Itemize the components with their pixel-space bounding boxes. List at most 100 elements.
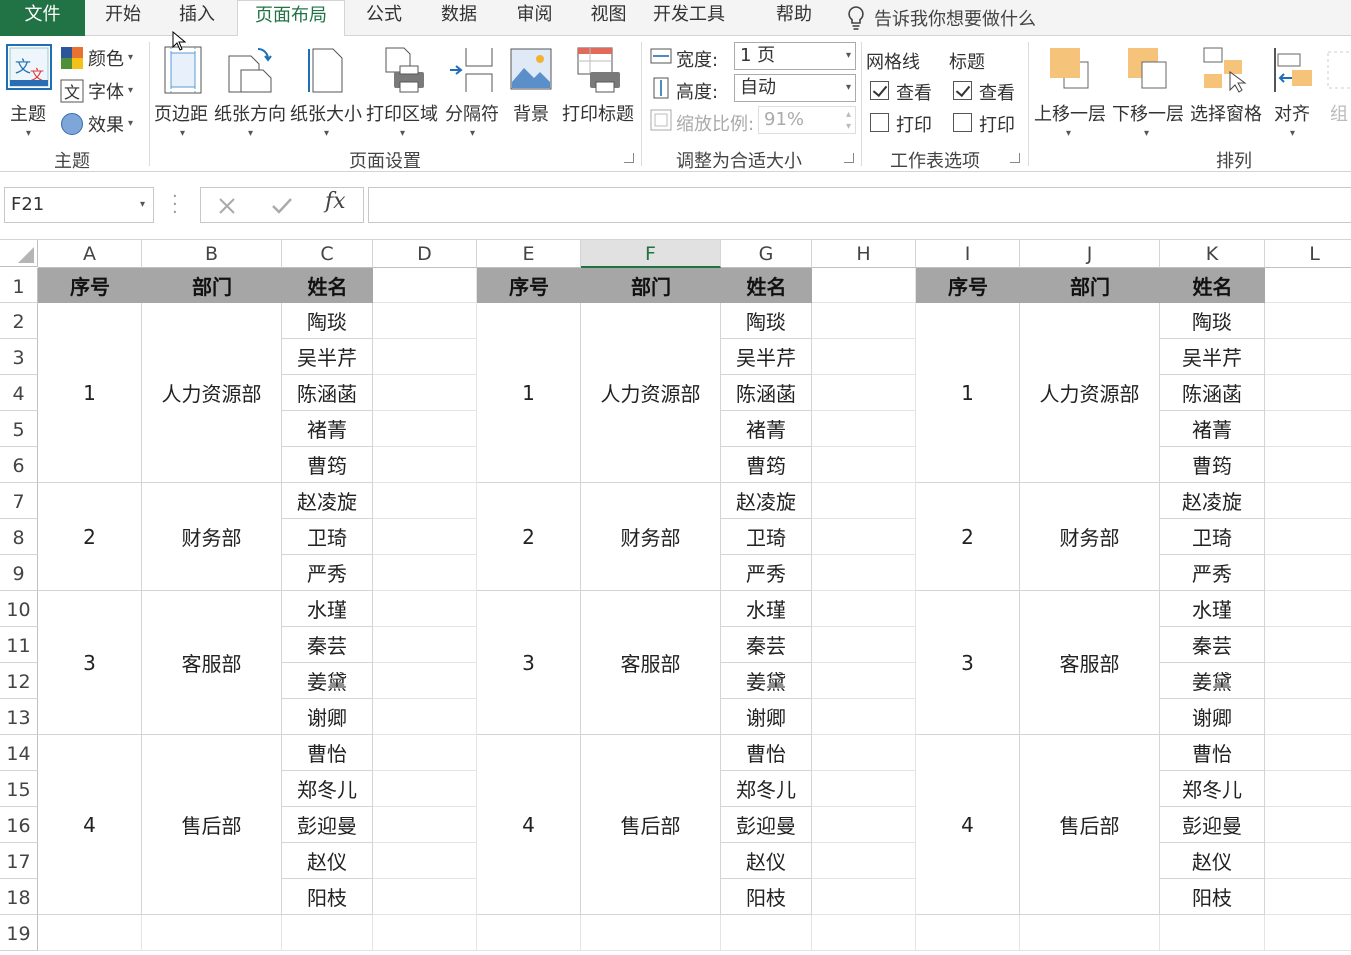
name-box[interactable]: F21 ▾	[4, 187, 154, 223]
cell-d12[interactable]	[373, 663, 477, 699]
cell-k19[interactable]	[1160, 915, 1265, 951]
tab-home[interactable]: 开始	[85, 0, 161, 36]
formula-input[interactable]	[368, 187, 1351, 223]
height-select[interactable]: 自动 ▾	[734, 74, 856, 102]
cell-d8[interactable]	[373, 519, 477, 555]
tab-review[interactable]: 审阅	[497, 0, 572, 36]
cell-l6[interactable]	[1265, 447, 1351, 483]
name-cell[interactable]: 曹筠	[721, 447, 812, 483]
cell-d14[interactable]	[373, 735, 477, 771]
cell-h7[interactable]	[812, 483, 916, 519]
seq-cell[interactable]: 1	[477, 303, 581, 483]
gridlines-view-checkbox[interactable]	[870, 81, 889, 100]
cell-l8[interactable]	[1265, 519, 1351, 555]
name-cell[interactable]: 陈涵菡	[282, 375, 373, 411]
cell-d15[interactable]	[373, 771, 477, 807]
table-header-cell[interactable]: 序号	[916, 268, 1020, 303]
name-cell[interactable]: 阳枝	[721, 879, 812, 915]
seq-cell[interactable]: 3	[38, 591, 142, 735]
cell-d2[interactable]	[373, 303, 477, 339]
cell-h13[interactable]	[812, 699, 916, 735]
name-cell[interactable]: 陶琰	[1160, 303, 1265, 339]
cell-d9[interactable]	[373, 555, 477, 591]
cell-i19[interactable]	[916, 915, 1020, 951]
name-cell[interactable]: 姜黛	[721, 663, 812, 699]
table-header-cell[interactable]: 部门	[581, 268, 721, 303]
name-cell[interactable]: 曹怡	[282, 735, 373, 771]
dept-cell[interactable]: 财务部	[1020, 483, 1160, 591]
cell-l1[interactable]	[1265, 268, 1351, 303]
fonts-button[interactable]: 文 字体 ▾	[60, 77, 142, 105]
cell-l11[interactable]	[1265, 627, 1351, 663]
name-cell[interactable]: 卫琦	[721, 519, 812, 555]
seq-cell[interactable]: 4	[916, 735, 1020, 915]
themes-button[interactable]: 文文 主题 ▾	[4, 42, 54, 139]
cell-l13[interactable]	[1265, 699, 1351, 735]
cell-d19[interactable]	[373, 915, 477, 951]
orientation-button[interactable]: 纸张方向 ▾	[214, 42, 288, 142]
row-header-13[interactable]: 13	[0, 699, 38, 735]
cell-d11[interactable]	[373, 627, 477, 663]
name-cell[interactable]: 彭迎曼	[721, 807, 812, 843]
name-cell[interactable]: 曹筠	[282, 447, 373, 483]
worksheet-grid[interactable]: A B C D E F G H I J K L 1 2 3 4 5 6 7 8 9 10 11 12 13 14 15 16 17 18 1…	[0, 240, 1351, 955]
cell-l14[interactable]	[1265, 735, 1351, 771]
name-cell[interactable]: 谢卿	[282, 699, 373, 735]
name-cell[interactable]: 姜黛	[282, 663, 373, 699]
row-header-14[interactable]: 14	[0, 735, 38, 771]
row-header-7[interactable]: 7	[0, 483, 38, 519]
size-button[interactable]: 纸张大小 ▾	[290, 42, 364, 142]
cell-d10[interactable]	[373, 591, 477, 627]
seq-cell[interactable]: 2	[38, 483, 142, 591]
cell-d3[interactable]	[373, 339, 477, 375]
tab-formulas[interactable]: 公式	[345, 0, 423, 36]
name-cell[interactable]: 严秀	[721, 555, 812, 591]
dept-cell[interactable]: 人力资源部	[142, 303, 282, 483]
cell-h6[interactable]	[812, 447, 916, 483]
bring-forward-button[interactable]: 上移一层 ▾	[1032, 42, 1108, 142]
column-header-h[interactable]: H	[812, 240, 916, 268]
name-cell[interactable]: 秦芸	[282, 627, 373, 663]
seq-cell[interactable]: 4	[477, 735, 581, 915]
cell-l15[interactable]	[1265, 771, 1351, 807]
name-cell[interactable]: 彭迎曼	[282, 807, 373, 843]
name-cell[interactable]: 褚菁	[721, 411, 812, 447]
dept-cell[interactable]: 客服部	[142, 591, 282, 735]
tab-data[interactable]: 数据	[420, 0, 498, 36]
column-header-g[interactable]: G	[721, 240, 812, 268]
headings-view-checkbox[interactable]	[953, 81, 972, 100]
column-header-c[interactable]: C	[282, 240, 373, 268]
tell-me-box[interactable]: 告诉我你想要做什么	[846, 2, 1036, 34]
tab-layout[interactable]: 页面布局	[237, 0, 345, 37]
name-cell[interactable]: 吴半芹	[1160, 339, 1265, 375]
column-header-l[interactable]: L	[1265, 240, 1351, 268]
cell-h5[interactable]	[812, 411, 916, 447]
table-header-cell[interactable]: 姓名	[1160, 268, 1265, 303]
cell-d18[interactable]	[373, 879, 477, 915]
name-cell[interactable]: 水瑾	[721, 591, 812, 627]
name-cell[interactable]: 曹怡	[721, 735, 812, 771]
seq-cell[interactable]: 2	[916, 483, 1020, 591]
row-header-17[interactable]: 17	[0, 843, 38, 879]
name-cell[interactable]: 郑冬儿	[282, 771, 373, 807]
row-header-12[interactable]: 12	[0, 663, 38, 699]
colors-button[interactable]: 颜色 ▾	[60, 44, 142, 72]
cell-l4[interactable]	[1265, 375, 1351, 411]
table-header-cell[interactable]: 序号	[38, 268, 142, 303]
name-cell[interactable]: 曹怡	[1160, 735, 1265, 771]
name-cell[interactable]: 赵仪	[721, 843, 812, 879]
align-button[interactable]: 对齐 ▾	[1266, 42, 1320, 142]
name-cell[interactable]: 彭迎曼	[1160, 807, 1265, 843]
tab-insert[interactable]: 插入	[157, 0, 237, 36]
dept-cell[interactable]: 财务部	[581, 483, 721, 591]
dept-cell[interactable]: 人力资源部	[1020, 303, 1160, 483]
cell-h11[interactable]	[812, 627, 916, 663]
table-header-cell[interactable]: 姓名	[721, 268, 812, 303]
name-cell[interactable]: 谢卿	[1160, 699, 1265, 735]
name-cell[interactable]: 曹筠	[1160, 447, 1265, 483]
seq-cell[interactable]: 4	[38, 735, 142, 915]
row-header-18[interactable]: 18	[0, 879, 38, 915]
name-cell[interactable]: 水瑾	[1160, 591, 1265, 627]
cell-d17[interactable]	[373, 843, 477, 879]
table-header-cell[interactable]: 姓名	[282, 268, 373, 303]
